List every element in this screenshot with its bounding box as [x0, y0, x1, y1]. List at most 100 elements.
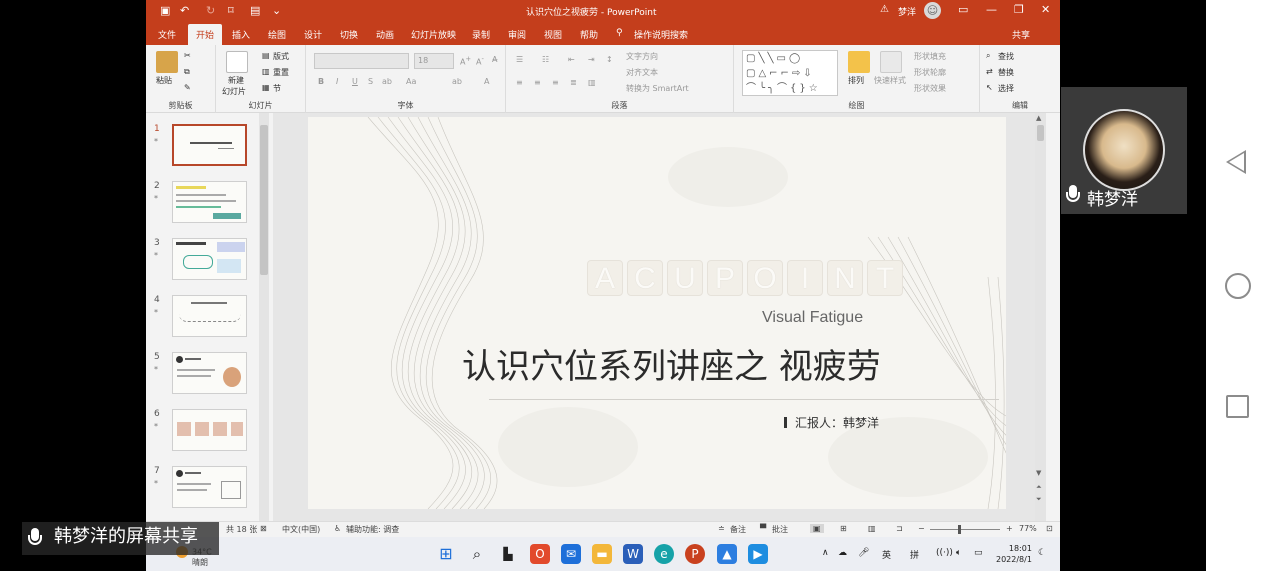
- normal-view-icon[interactable]: ▣: [810, 524, 824, 533]
- scrollbar-thumb[interactable]: [1037, 125, 1044, 141]
- tab-transitions[interactable]: 切换: [340, 28, 358, 41]
- justify-icon[interactable]: ≣: [570, 78, 577, 87]
- tell-me-search[interactable]: 操作说明搜索: [634, 28, 688, 41]
- zoom-in-icon[interactable]: +: [1006, 524, 1013, 533]
- wifi-icon[interactable]: ((·)): [936, 548, 953, 558]
- strikethrough-icon[interactable]: S: [368, 77, 373, 86]
- quick-styles-icon[interactable]: [880, 51, 902, 73]
- slide-editor[interactable]: A C U P O I N T Visual Fatigue 认识穴位系列讲座之…: [308, 117, 1006, 509]
- new-slide-button[interactable]: 新建: [228, 75, 244, 86]
- shape-effects-button[interactable]: 形状效果: [914, 83, 946, 94]
- text-direction-button[interactable]: 文字方向: [626, 51, 658, 62]
- scroll-down-icon[interactable]: ▼: [1036, 469, 1041, 477]
- font-name-box[interactable]: [314, 53, 409, 69]
- tab-animations[interactable]: 动画: [376, 28, 394, 41]
- tab-file[interactable]: 文件: [158, 28, 176, 41]
- paste-icon[interactable]: [156, 51, 178, 73]
- reset-button[interactable]: 重置: [273, 67, 289, 78]
- increase-font-icon[interactable]: A+: [460, 55, 471, 67]
- arrange-icon[interactable]: [848, 51, 870, 73]
- change-case-icon[interactable]: Aa: [406, 77, 416, 86]
- slide-scrollbar[interactable]: ▲ ▼ ⏶ ⏷: [1035, 113, 1046, 521]
- find-button[interactable]: 查找: [998, 51, 1014, 62]
- slide-subtitle-en[interactable]: Visual Fatigue: [762, 309, 863, 327]
- zoom-out-icon[interactable]: −: [918, 524, 925, 533]
- shape-fill-button[interactable]: 形状填充: [914, 51, 946, 62]
- decrease-indent-icon[interactable]: ⇤: [568, 55, 575, 64]
- replace-button[interactable]: 替换: [998, 67, 1014, 78]
- present-icon[interactable]: ▤: [250, 4, 260, 17]
- slide-sorter-icon[interactable]: ⊞: [840, 524, 847, 533]
- zoom-slider[interactable]: [930, 525, 1000, 534]
- participant-video-tile[interactable]: 韩梦洋: [1061, 87, 1187, 214]
- slideshow-view-icon[interactable]: ⊐: [896, 524, 903, 533]
- select-button[interactable]: 选择: [998, 83, 1014, 94]
- tab-insert[interactable]: 插入: [232, 28, 250, 41]
- tab-draw[interactable]: 绘图: [268, 28, 286, 41]
- tab-review[interactable]: 审阅: [508, 28, 526, 41]
- mail-icon[interactable]: ✉: [561, 544, 581, 564]
- back-icon[interactable]: [1226, 150, 1246, 174]
- font-color-icon[interactable]: A: [484, 77, 489, 86]
- align-left-icon[interactable]: ≡: [516, 78, 523, 87]
- section-button[interactable]: 节: [273, 83, 281, 94]
- task-view-icon[interactable]: ▙: [498, 544, 518, 564]
- language-indicator[interactable]: 中文(中国): [282, 524, 320, 535]
- slide-title[interactable]: 认识穴位系列讲座之 视疲劳: [462, 339, 881, 388]
- slide-thumbnail-1[interactable]: [172, 124, 247, 166]
- paste-button[interactable]: 粘贴: [156, 75, 172, 86]
- clear-format-icon[interactable]: A̶: [492, 55, 497, 64]
- arrange-button[interactable]: 排列: [848, 75, 864, 86]
- tab-design[interactable]: 设计: [304, 28, 322, 41]
- zoom-level[interactable]: 77%: [1019, 524, 1037, 533]
- customize-toolbar-icon[interactable]: ⌄: [272, 4, 281, 17]
- char-spacing-icon[interactable]: ab: [382, 77, 392, 86]
- reading-view-icon[interactable]: ▥: [868, 524, 876, 533]
- new-slide-icon[interactable]: [226, 51, 248, 73]
- close-icon[interactable]: ✕: [1041, 3, 1050, 16]
- numbering-icon[interactable]: ☷: [542, 55, 549, 64]
- office-icon[interactable]: O: [530, 544, 550, 564]
- tab-slideshow[interactable]: 幻灯片放映: [411, 28, 456, 41]
- save-icon[interactable]: ▣: [160, 4, 170, 17]
- recents-icon[interactable]: [1226, 395, 1249, 418]
- slide-thumbnail-6[interactable]: [172, 409, 247, 451]
- notification-icon[interactable]: ☾: [1038, 548, 1046, 558]
- shapes-gallery[interactable]: ▢╲╲▭◯ ▢△⌐⌐⇨⇩ ⌒╰╮⌒{}☆: [742, 50, 838, 96]
- smartart-button[interactable]: 转换为 SmartArt: [626, 83, 689, 94]
- align-right-icon[interactable]: ≡: [552, 78, 559, 87]
- zoom-slider-thumb[interactable]: [958, 525, 961, 534]
- start-slideshow-icon[interactable]: ⌑: [228, 4, 234, 17]
- notes-button[interactable]: 备注: [730, 524, 746, 535]
- bullets-icon[interactable]: ☰: [516, 55, 523, 64]
- volume-icon[interactable]: 🔈︎: [956, 548, 961, 558]
- minimize-icon[interactable]: —: [986, 3, 997, 16]
- copy-icon[interactable]: ⧉: [184, 67, 190, 77]
- tab-record[interactable]: 录制: [472, 28, 490, 41]
- battery-icon[interactable]: ▭: [974, 548, 983, 558]
- previous-slide-icon[interactable]: ⏶: [1036, 483, 1042, 492]
- columns-icon[interactable]: ▥: [588, 78, 596, 87]
- spelling-icon[interactable]: ⊠: [260, 524, 267, 533]
- system-clock[interactable]: 18:01 2022/8/1: [996, 543, 1032, 565]
- home-icon[interactable]: [1225, 273, 1251, 299]
- account-avatar-icon[interactable]: ☺: [924, 2, 941, 19]
- decrease-font-icon[interactable]: A-: [476, 55, 484, 67]
- thumbnails-scrollbar[interactable]: [259, 113, 269, 521]
- tab-view[interactable]: 视图: [544, 28, 562, 41]
- search-icon[interactable]: ⌕: [467, 544, 487, 564]
- next-slide-icon[interactable]: ⏷: [1036, 495, 1042, 504]
- tab-home[interactable]: 开始: [188, 24, 223, 45]
- restore-icon[interactable]: ❐: [1014, 3, 1024, 16]
- slide-thumbnail-2[interactable]: [172, 181, 247, 223]
- undo-icon[interactable]: ↶: [180, 4, 189, 17]
- slide-thumbnail-5[interactable]: [172, 352, 247, 394]
- start-icon[interactable]: ⊞: [436, 544, 456, 564]
- format-painter-icon[interactable]: ✎: [184, 83, 191, 92]
- account-name[interactable]: 梦洋: [898, 5, 916, 18]
- increase-indent-icon[interactable]: ⇥: [588, 55, 595, 64]
- scroll-up-icon[interactable]: ▲: [1036, 114, 1041, 122]
- share-button[interactable]: 共享: [1012, 28, 1030, 41]
- line-spacing-icon[interactable]: ↕: [606, 55, 613, 64]
- ime-mode[interactable]: 拼: [910, 548, 919, 561]
